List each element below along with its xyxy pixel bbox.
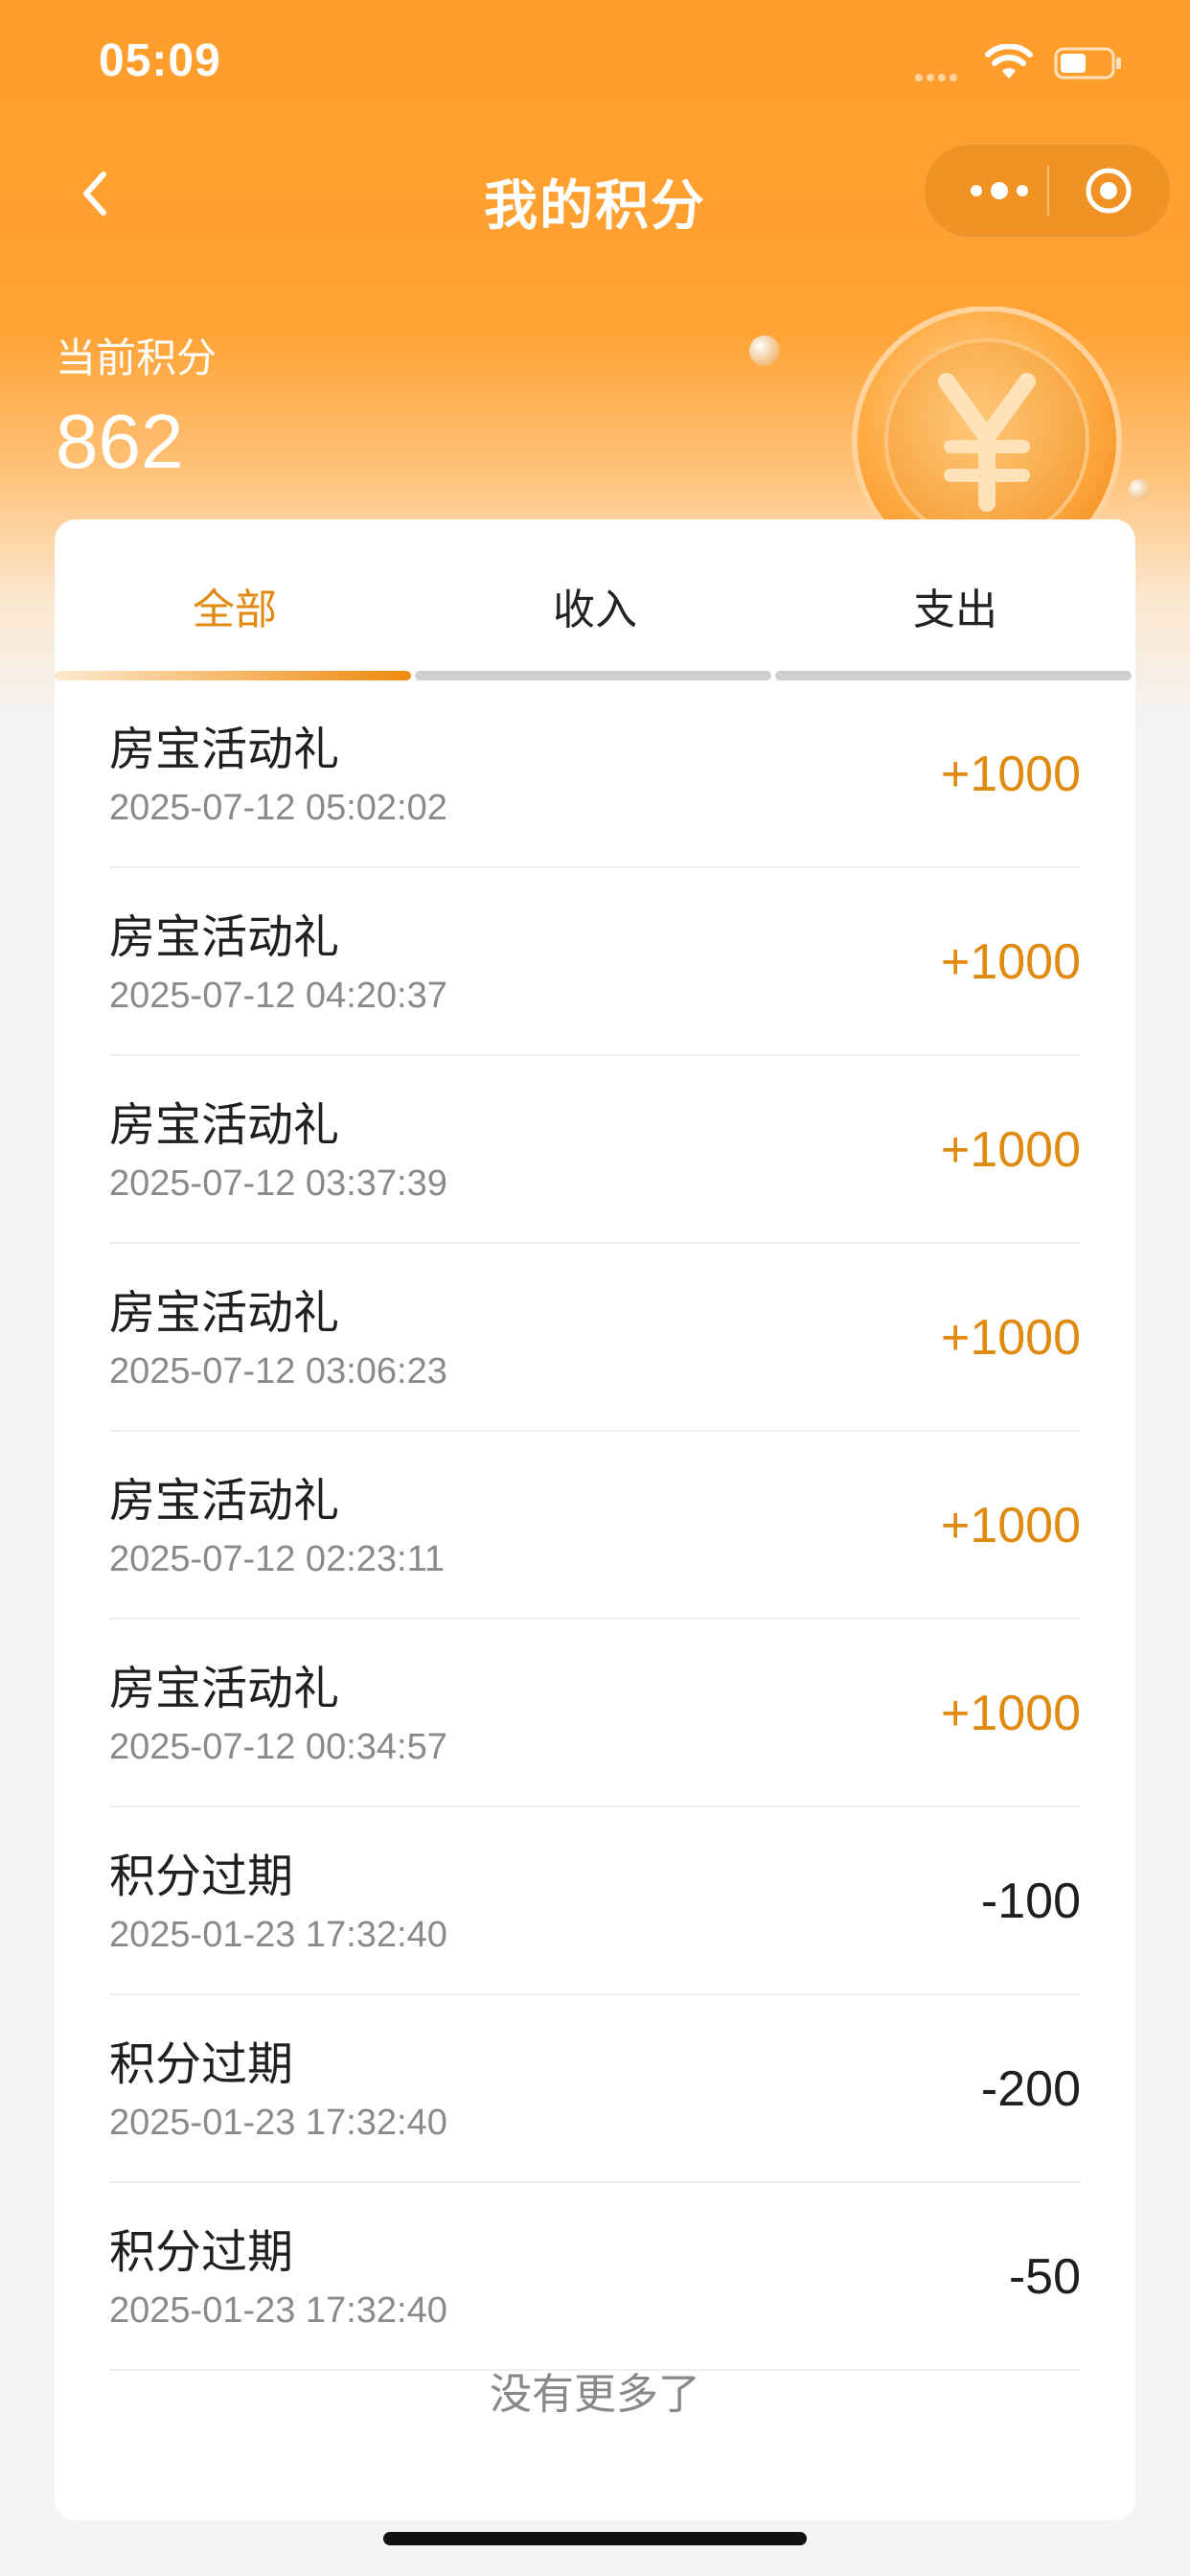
record-name: 积分过期: [109, 2039, 294, 2090]
tab-all[interactable]: 全部: [55, 575, 415, 636]
mini-program-capsule: [924, 144, 1171, 238]
signal-icon: [915, 69, 969, 81]
points-label: 当前积分: [56, 335, 217, 380]
more-icon[interactable]: [967, 173, 1032, 208]
record-date: 2025-01-23 17:32:40: [109, 1915, 447, 1955]
record-name: 积分过期: [109, 1852, 294, 1902]
navigation-bar: 我的积分: [0, 144, 1190, 249]
tab-income[interactable]: 收入: [415, 575, 775, 636]
list-item: 房宝活动礼 2025-07-12 02:23:11 +1000: [109, 1432, 1081, 1620]
points-value: 862: [56, 399, 184, 484]
no-more-text: 没有更多了: [490, 2371, 700, 2418]
record-amount: +1000: [940, 1122, 1081, 1178]
status-time: 05:09: [99, 35, 221, 86]
list-item: 积分过期 2025-01-23 17:32:40 -100: [109, 1807, 1081, 1995]
points-records-card: 全部 收入 支出 房宝活动礼 2025-07-12 05:02:02 +1000…: [55, 519, 1135, 2520]
list-item: 房宝活动礼 2025-07-12 03:06:23 +1000: [109, 1244, 1081, 1432]
tab-expense[interactable]: 支出: [775, 575, 1135, 636]
record-amount: +1000: [940, 747, 1081, 802]
coin-icon: [852, 307, 1122, 556]
list-item: 积分过期 2025-01-23 17:32:40 -200: [109, 1995, 1081, 2183]
record-date: 2025-01-23 17:32:40: [109, 2103, 447, 2143]
list-item: 积分过期 2025-01-23 17:32:40 -50: [109, 2183, 1081, 2371]
list-item: 房宝活动礼 2025-07-12 05:02:02 +1000: [109, 680, 1081, 868]
record-amount: +1000: [940, 1498, 1081, 1553]
record-amount: +1000: [940, 934, 1081, 990]
record-amount: -50: [1008, 2249, 1081, 2305]
record-date: 2025-07-12 02:23:11: [109, 1539, 446, 1579]
record-amount: -200: [980, 2061, 1081, 2117]
record-date: 2025-07-12 05:02:02: [109, 788, 447, 828]
status-bar: 05:09: [0, 0, 1190, 125]
list-item: 房宝活动礼 2025-07-12 03:37:39 +1000: [109, 1056, 1081, 1244]
record-date: 2025-07-12 04:20:37: [109, 976, 447, 1016]
target-icon[interactable]: [1084, 166, 1133, 216]
record-amount: +1000: [940, 1686, 1081, 1741]
record-name: 房宝活动礼: [109, 912, 340, 963]
record-name: 房宝活动礼: [109, 1476, 340, 1527]
record-amount: +1000: [940, 1310, 1081, 1366]
tab-indicator-expense: [775, 671, 1132, 680]
record-name: 房宝活动礼: [109, 1288, 340, 1339]
decorative-bubble: [749, 335, 780, 366]
tab-bar: 全部 收入 支出: [55, 519, 1135, 680]
tab-indicator-income: [415, 671, 771, 680]
home-indicator: [383, 2532, 807, 2545]
list-item: 房宝活动礼 2025-07-12 04:20:37 +1000: [109, 868, 1081, 1056]
tab-indicator-all: [55, 671, 411, 680]
list-item: 房宝活动礼 2025-07-12 00:34:57 +1000: [109, 1620, 1081, 1807]
record-name: 房宝活动礼: [109, 1664, 340, 1714]
record-name: 房宝活动礼: [109, 724, 340, 775]
record-name: 积分过期: [109, 2227, 294, 2278]
record-date: 2025-01-23 17:32:40: [109, 2290, 447, 2331]
decorative-bubble: [1129, 479, 1150, 500]
record-name: 房宝活动礼: [109, 1100, 340, 1151]
records-list: 房宝活动礼 2025-07-12 05:02:02 +1000 房宝活动礼 20…: [109, 680, 1081, 2371]
battery-icon: [1054, 47, 1121, 80]
wifi-icon: [985, 44, 1033, 79]
record-date: 2025-07-12 00:34:57: [109, 1727, 447, 1767]
record-amount: -100: [980, 1874, 1081, 1929]
capsule-divider: [1047, 166, 1049, 216]
record-date: 2025-07-12 03:06:23: [109, 1351, 447, 1392]
record-date: 2025-07-12 03:37:39: [109, 1163, 447, 1204]
